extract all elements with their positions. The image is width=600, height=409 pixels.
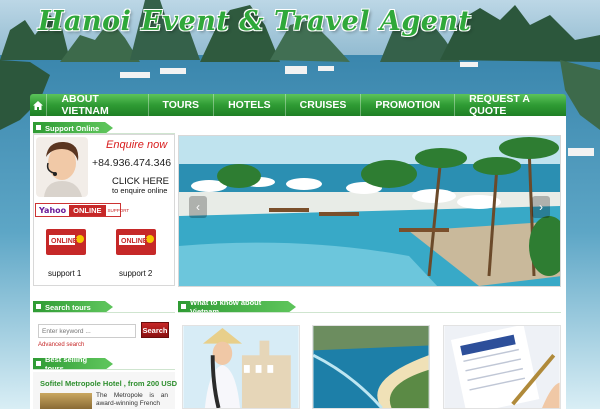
nav-promotion[interactable]: Promotion (360, 94, 454, 116)
hotel-thumbnail[interactable] (40, 393, 92, 409)
nav-request-quote[interactable]: Request a Quote (454, 93, 566, 117)
nav-hotels[interactable]: Hotels (213, 94, 285, 116)
slideshow-next-arrow[interactable]: › (532, 196, 550, 218)
support-1-label[interactable]: support 1 (48, 269, 81, 278)
phone-number: +84.936.474.346 (92, 157, 172, 169)
resort-pool-image (179, 136, 560, 286)
vietnam-culture-thumbnail[interactable] (182, 325, 300, 409)
resort-slideshow[interactable]: ‹ › (178, 135, 561, 287)
slideshow-prev-arrow[interactable]: ‹ (189, 196, 207, 218)
support-small-label: SUPPORT (107, 207, 130, 213)
support-2-label[interactable]: support 2 (119, 269, 152, 278)
home-icon[interactable] (30, 94, 46, 116)
support-2-badge[interactable]: ONLINE (114, 225, 158, 259)
support-2-badge-text: ONLINE (121, 238, 148, 245)
support-1-badge[interactable]: ONLINE (44, 225, 88, 259)
nav-about-vietnam[interactable]: About Vietnam (46, 93, 147, 117)
yahoo-online-support-banner: Yahoo ONLINE SUPPORT (35, 203, 129, 217)
divider (33, 369, 175, 370)
enquire-online-text: to enquire online (112, 186, 168, 195)
divider (178, 312, 561, 313)
support-agent-image[interactable] (36, 137, 88, 197)
yahoo-label: Yahoo (39, 205, 67, 215)
search-keyword-input[interactable] (38, 324, 136, 338)
hotel-title-link[interactable]: Sofitel Metropole Hotel , from 200 USD (40, 379, 177, 388)
nav-tours[interactable]: Tours (147, 94, 214, 116)
enquire-now-text[interactable]: Enquire now (106, 139, 167, 151)
support-1-badge-text: ONLINE (51, 238, 78, 245)
support-box: Enquire now +84.936.474.346 CLICK HERE t… (33, 134, 175, 286)
online-label: ONLINE (69, 204, 106, 216)
site-logo-title[interactable]: Hanoi Event & Travel Agent (38, 6, 472, 37)
vietnam-beach-thumbnail[interactable] (312, 325, 430, 409)
divider (33, 312, 175, 313)
search-button[interactable]: Search (141, 322, 169, 338)
main-nav: About Vietnam Tours Hotels Cruises Promo… (30, 93, 566, 117)
advanced-search-link[interactable]: Advanced search (38, 342, 84, 348)
application-form-thumbnail[interactable] (443, 325, 561, 409)
hotel-description: The Metropole is an award-winning French (96, 392, 168, 407)
nav-cruises[interactable]: Cruises (284, 94, 361, 116)
